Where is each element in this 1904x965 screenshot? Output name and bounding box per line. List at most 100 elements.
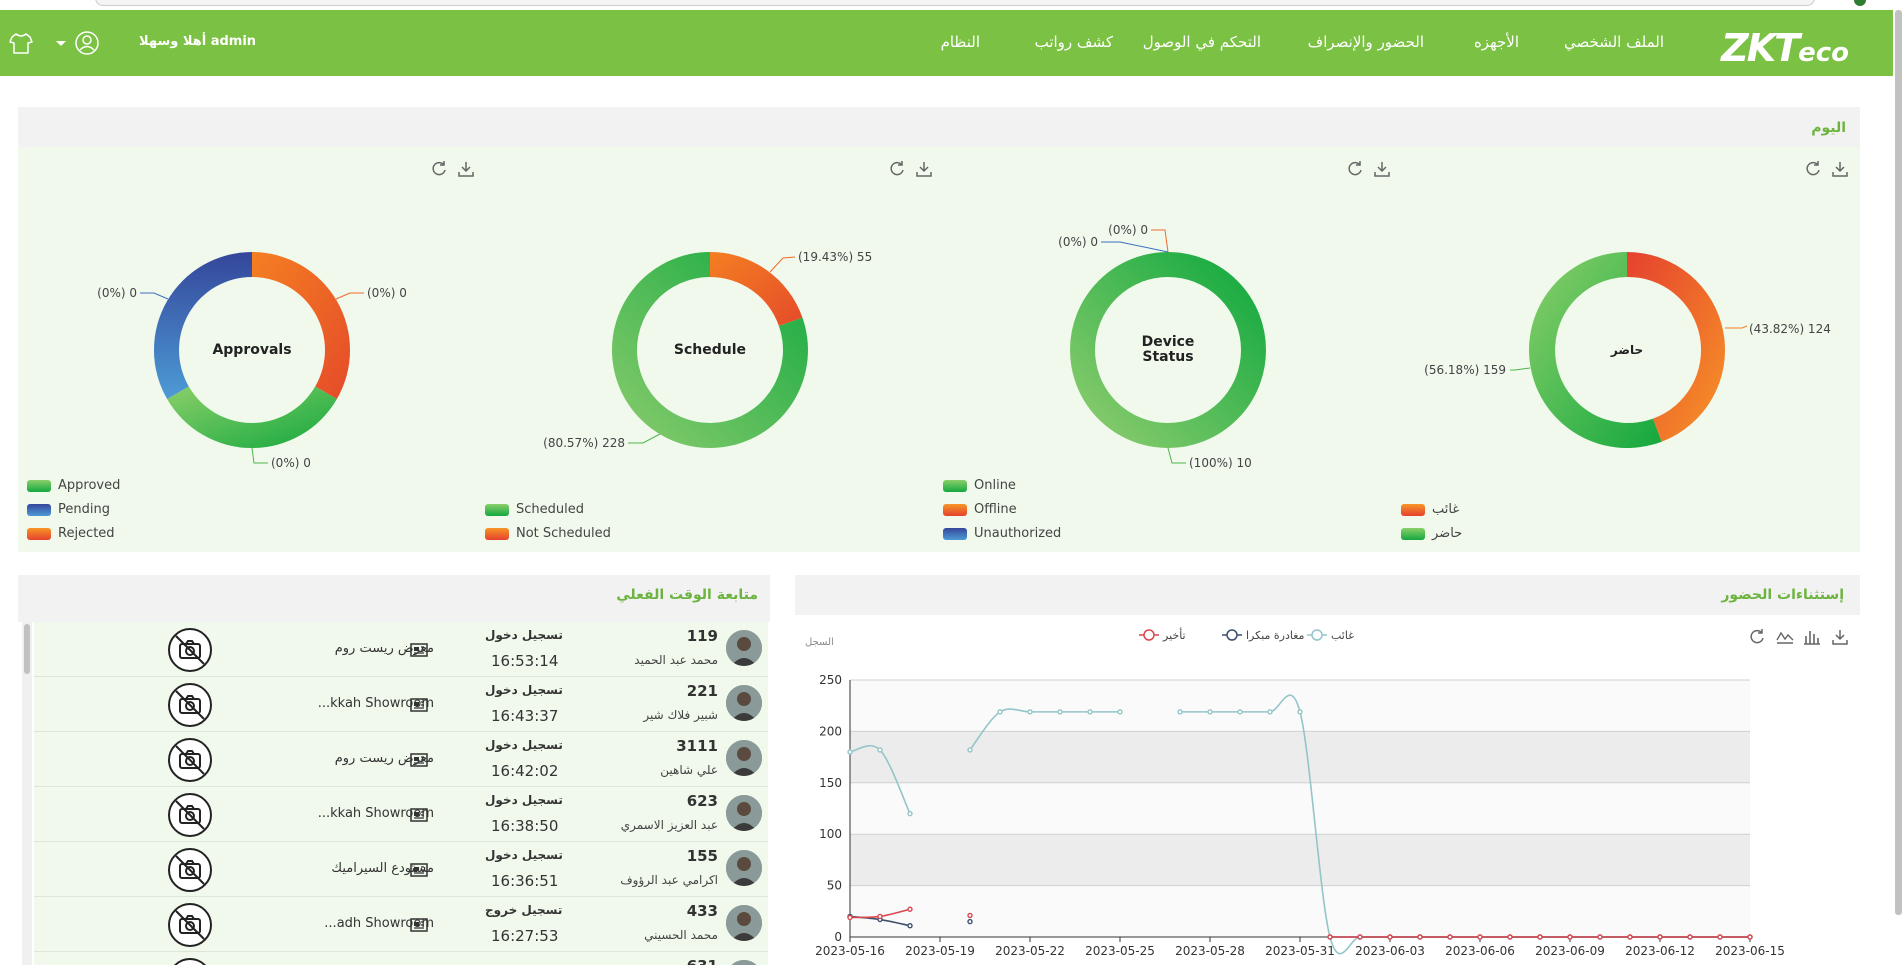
realtime-row[interactable]: 3111 علي شاهين تسجيل دخول 16:42:02 معرض ريست… (34, 732, 768, 787)
legend-label[interactable]: تأخير (1162, 627, 1186, 642)
data-point[interactable] (1417, 934, 1423, 940)
realtime-row[interactable]: 221 شبير فلاك شير تسجيل دخول 16:43:37 ...kka… (34, 677, 768, 732)
user-icon[interactable] (74, 30, 100, 56)
data-point[interactable] (997, 709, 1003, 715)
data-point[interactable] (1447, 934, 1453, 940)
legend-item-present[interactable]: حاضر (1401, 526, 1462, 541)
legend-item-not-scheduled[interactable]: Not Scheduled (485, 526, 611, 541)
data-point[interactable] (847, 914, 853, 921)
page-scrollbar-thumb[interactable] (1895, 10, 1902, 915)
refresh-icon[interactable] (888, 160, 906, 178)
nav-personnel[interactable]: الملف الشخصي (1564, 33, 1664, 51)
username[interactable]: admin (211, 34, 256, 49)
legend-marker[interactable] (1226, 629, 1238, 641)
data-point[interactable] (1507, 934, 1513, 940)
data-point[interactable] (1597, 934, 1603, 940)
avatar[interactable] (726, 795, 762, 831)
data-point[interactable] (1177, 709, 1183, 715)
data-point[interactable] (1687, 934, 1693, 940)
data-point[interactable] (1357, 934, 1363, 940)
download-icon[interactable] (1373, 160, 1391, 178)
schedule-donut[interactable]: Schedule (19.43%) 55 (80.57%) 228 (543, 250, 872, 450)
data-point[interactable] (1537, 934, 1543, 940)
avatar[interactable] (726, 905, 762, 941)
exceptions-line-chart[interactable]: 0 50 100 150 200 250 2023-05-16 2023-05-19 2023-… (795, 615, 1860, 965)
download-icon[interactable] (1831, 160, 1849, 178)
data-point[interactable] (1297, 709, 1303, 715)
nav-payroll[interactable]: كشف رواتب (1035, 33, 1113, 51)
data-point[interactable] (967, 912, 973, 919)
realtime-row[interactable]: 433 محمد الحسيني تسجيل خروج 16:27:53 ...adh … (34, 897, 768, 952)
refresh-icon[interactable] (1346, 160, 1364, 178)
nav-devices[interactable]: الأجهزه (1474, 33, 1519, 51)
avatar[interactable] (726, 960, 762, 965)
page-scrollbar[interactable] (1893, 10, 1904, 965)
data-point[interactable] (1477, 934, 1483, 940)
realtime-row[interactable]: 119 محمد عبد الحميد تسجيل دخول 16:53:14 معرض… (34, 622, 768, 677)
no-photo-icon[interactable] (167, 957, 213, 965)
legend-item-unauthorized[interactable]: Unauthorized (943, 526, 1061, 541)
download-icon[interactable] (915, 160, 933, 178)
pending-slice[interactable] (153, 252, 252, 399)
refresh-icon[interactable] (1804, 160, 1822, 178)
data-point[interactable] (1237, 709, 1243, 715)
no-photo-icon[interactable] (167, 737, 213, 783)
data-point[interactable] (907, 906, 913, 912)
device-status-donut[interactable]: Device Status (0%) 0 (0%) 0 (100%) 10 (1058, 223, 1266, 470)
data-point[interactable] (967, 747, 973, 753)
data-point[interactable] (1567, 934, 1573, 940)
data-point[interactable] (1657, 934, 1663, 940)
legend-marker[interactable] (1143, 629, 1155, 641)
data-point[interactable] (1087, 709, 1093, 715)
legend-item-absent[interactable]: غائب (1401, 502, 1459, 517)
realtime-row[interactable]: 631 (34, 952, 768, 965)
data-point[interactable] (877, 747, 883, 753)
legend-marker[interactable] (1311, 629, 1323, 641)
avatar[interactable] (726, 685, 762, 721)
avatar[interactable] (726, 850, 762, 886)
data-point[interactable] (1717, 934, 1723, 940)
legend-item-pending[interactable]: Pending (27, 502, 110, 517)
avatar[interactable] (726, 740, 762, 776)
data-point[interactable] (1387, 934, 1393, 940)
realtime-row[interactable]: 623 عبد العزيز الاسمري تسجيل دخول 16:38:50.… (34, 787, 768, 842)
data-point[interactable] (907, 922, 913, 929)
data-point[interactable] (907, 810, 913, 817)
legend-item-approved[interactable]: Approved (27, 478, 120, 493)
legend-label[interactable]: مغادرة مبكرا (1246, 629, 1305, 642)
legend-item-rejected[interactable]: Rejected (27, 526, 115, 541)
no-photo-icon[interactable] (167, 792, 213, 838)
data-point[interactable] (1027, 709, 1033, 715)
scrollbar-thumb[interactable] (24, 624, 30, 674)
realtime-row[interactable]: 155 اكرامي عبد الرؤوف تسجيل دخول 16:36:51 مس… (34, 842, 768, 897)
data-point[interactable] (877, 913, 883, 920)
no-photo-icon[interactable] (167, 627, 213, 673)
data-point[interactable] (847, 749, 853, 755)
data-point[interactable] (1267, 709, 1273, 715)
caret-down-icon[interactable] (54, 30, 68, 56)
approvals-donut[interactable]: Approvals (0%) 0 (0%) 0 (0%) 0 (97, 252, 407, 470)
nav-attendance[interactable]: الحضور والإنصراف (1308, 33, 1424, 51)
nav-system[interactable]: النظام (941, 33, 980, 51)
download-icon[interactable] (457, 160, 475, 178)
avatar[interactable] (726, 630, 762, 666)
no-photo-icon[interactable] (167, 682, 213, 728)
no-photo-icon[interactable] (167, 847, 213, 893)
data-point[interactable] (1057, 709, 1063, 715)
data-point[interactable] (1627, 934, 1633, 940)
nav-access-control[interactable]: التحكم في الوصول (1143, 33, 1261, 51)
refresh-icon[interactable] (430, 160, 448, 178)
zkteco-logo[interactable]: ZKTeco (1721, 26, 1849, 70)
legend-item-offline[interactable]: Offline (943, 502, 1017, 517)
legend-label[interactable]: غائب (1331, 629, 1354, 642)
legend-item-online[interactable]: Online (943, 478, 1016, 493)
approved-slice[interactable] (167, 386, 337, 449)
legend-item-scheduled[interactable]: Scheduled (485, 502, 584, 517)
shirt-icon[interactable] (8, 30, 34, 56)
not-scheduled-slice[interactable] (710, 252, 803, 326)
data-point[interactable] (1327, 934, 1333, 940)
realtime-scrollbar[interactable] (22, 622, 32, 965)
rejected-slice[interactable] (252, 252, 351, 399)
data-point[interactable] (1747, 934, 1753, 940)
attendance-donut[interactable]: حاضر (43.82%) 124 (56.18%) 159 (1424, 252, 1831, 448)
